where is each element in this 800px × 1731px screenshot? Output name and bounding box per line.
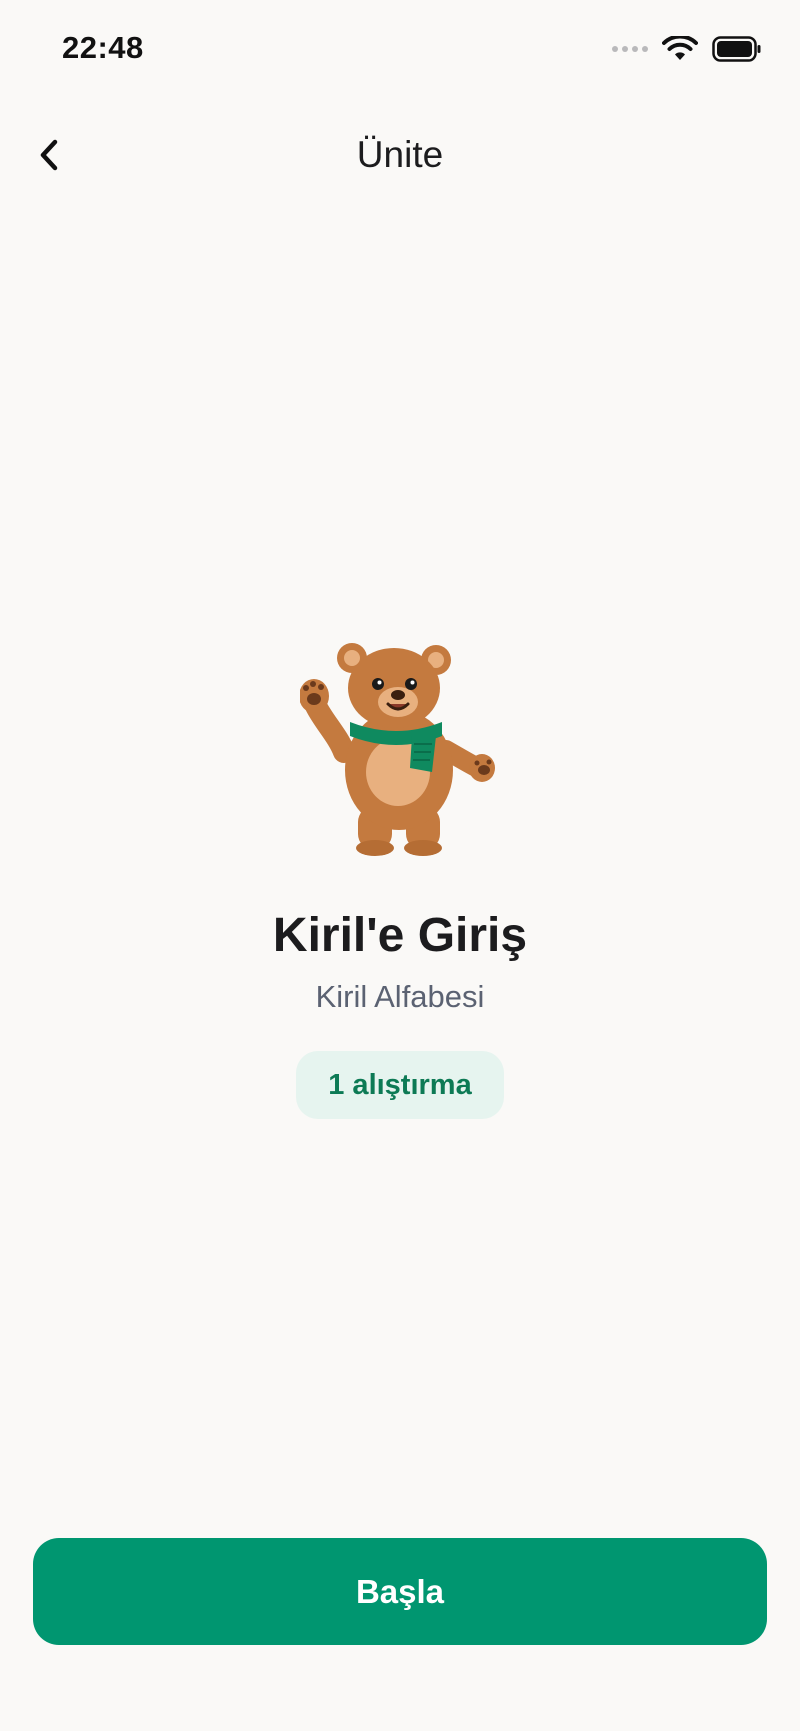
unit-title: Kiril'e Giriş — [272, 909, 528, 962]
exercise-count-badge: 1 alıştırma — [296, 1051, 504, 1119]
bear-mascot-image — [300, 643, 495, 856]
status-time: 22:48 — [62, 30, 144, 65]
battery-icon — [712, 36, 761, 62]
unit-subtitle: Kiril Alfabesi — [315, 979, 485, 1014]
status-icons — [612, 36, 762, 62]
page-title: Ünite — [356, 134, 444, 175]
cellular-signal-icon — [612, 46, 648, 52]
nav-bar: Ünite — [0, 120, 800, 192]
status-bar: 22:48 — [0, 0, 800, 100]
start-button[interactable]: Başla — [33, 1538, 767, 1645]
wifi-icon — [662, 36, 698, 60]
